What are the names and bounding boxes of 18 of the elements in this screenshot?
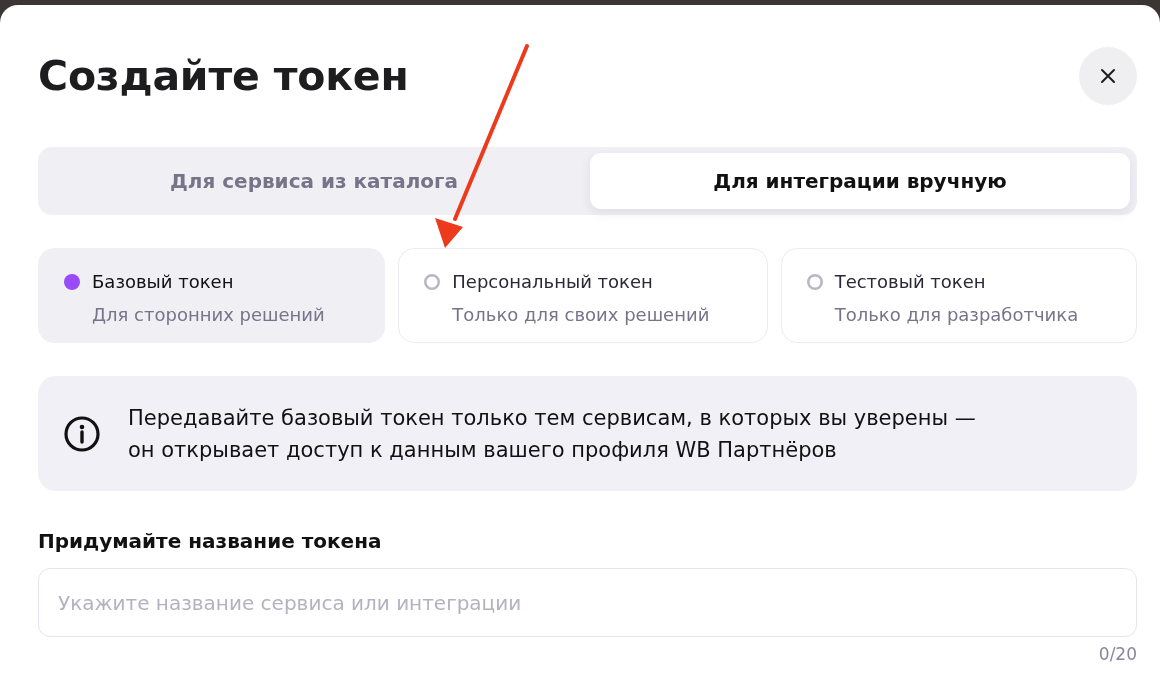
info-icon (64, 415, 100, 452)
token-type-description: Только для своих решений (452, 303, 710, 327)
token-type-description: Только для разработчика (834, 303, 1079, 327)
field-label: Придумайте название токена (38, 528, 382, 554)
token-type-title: Персональный токен (452, 270, 653, 294)
tab[interactable]: Для сервиса из каталога (44, 153, 584, 209)
notice-text: Передавайте базовый токен только тем сервисам, в которых вы уверены — он открывает доступ к данным вашего профиля WB Партнёров (128, 404, 977, 464)
token-type-option[interactable]: Тестовый токен Только для разработчика (780, 248, 1137, 343)
token-type-title: Тестовый токен (834, 270, 986, 294)
token-name-input[interactable]: Укажите название сервиса или интеграции (38, 568, 1137, 637)
token-type-option[interactable]: Базовый токен Для сторонних решений (38, 248, 386, 343)
token-type-option[interactable]: Персональный токен Только для своих решений (398, 248, 768, 343)
token-type-description: Для сторонних решений (92, 303, 325, 327)
close-icon (1100, 68, 1116, 84)
token-type-title: Базовый токен (92, 270, 234, 294)
character-counter: 0/20 (1098, 643, 1137, 665)
dialog-title: Создайте токен (38, 51, 409, 102)
tab[interactable]: Для интеграции вручную (590, 153, 1130, 209)
